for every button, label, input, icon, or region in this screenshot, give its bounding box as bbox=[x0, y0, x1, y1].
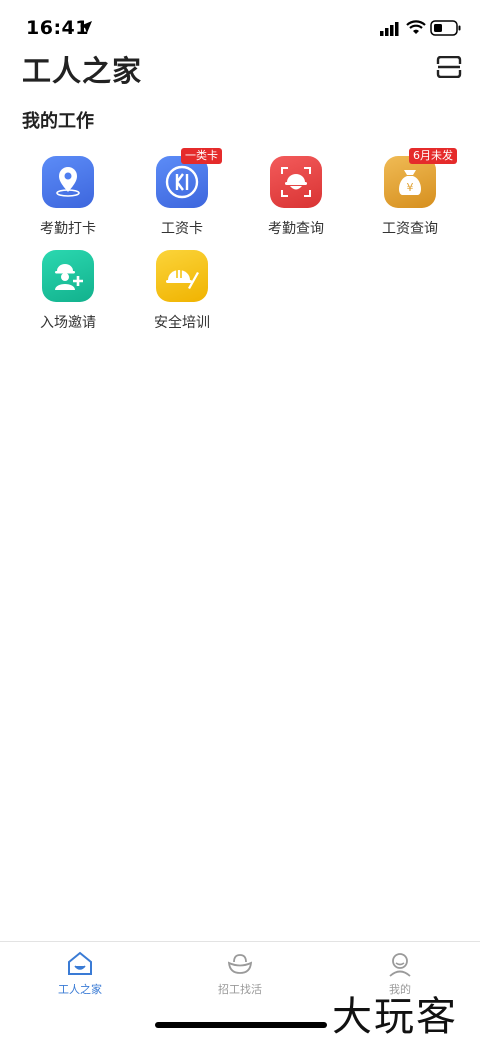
tab-jobs[interactable]: 招工找活 bbox=[160, 942, 320, 1002]
user-icon bbox=[389, 953, 411, 977]
tab-workers-home[interactable]: 工人之家 bbox=[0, 942, 160, 1002]
tab-label: 工人之家 bbox=[58, 983, 102, 996]
card-type-badge: 一类卡 bbox=[181, 148, 222, 164]
home-indicator bbox=[155, 1022, 327, 1028]
tile-label: 工资查询 bbox=[382, 221, 438, 237]
hardhat-scan-icon bbox=[270, 156, 322, 208]
tile-site-invite[interactable]: 入场邀请 bbox=[13, 250, 123, 340]
tile-label: 考勤查询 bbox=[268, 221, 324, 237]
worker-add-icon bbox=[42, 250, 94, 302]
hardhat-pen-icon bbox=[156, 250, 208, 302]
tile-attendance-query[interactable]: 考勤查询 bbox=[241, 156, 351, 246]
wifi-icon bbox=[406, 20, 426, 34]
location-pin-icon bbox=[42, 156, 94, 208]
tile-safety-training[interactable]: 安全培训 bbox=[127, 250, 237, 340]
tile-wage-query[interactable]: ¥ 6月未发 工资查询 bbox=[355, 148, 465, 246]
home-icon bbox=[68, 951, 92, 975]
battery-icon bbox=[430, 20, 461, 36]
location-arrow-icon bbox=[80, 21, 92, 33]
tile-label: 安全培训 bbox=[154, 315, 210, 331]
tab-label: 招工找活 bbox=[218, 983, 262, 996]
wage-status-badge: 6月未发 bbox=[409, 148, 457, 164]
tile-label: 考勤打卡 bbox=[40, 221, 96, 237]
page-title: 工人之家 bbox=[22, 54, 143, 88]
section-title: 我的工作 bbox=[22, 111, 94, 132]
cellular-signal-icon bbox=[380, 22, 399, 36]
svg-text:¥: ¥ bbox=[407, 181, 414, 194]
scan-icon[interactable] bbox=[436, 56, 462, 78]
tile-label: 入场邀请 bbox=[40, 315, 96, 331]
watermark: 大玩客 bbox=[332, 994, 458, 1040]
tile-label: 工资卡 bbox=[161, 221, 203, 237]
ingot-icon bbox=[227, 954, 253, 974]
tile-wage-card[interactable]: 一类卡 工资卡 bbox=[127, 148, 237, 246]
tile-attendance-checkin[interactable]: 考勤打卡 bbox=[13, 156, 123, 246]
